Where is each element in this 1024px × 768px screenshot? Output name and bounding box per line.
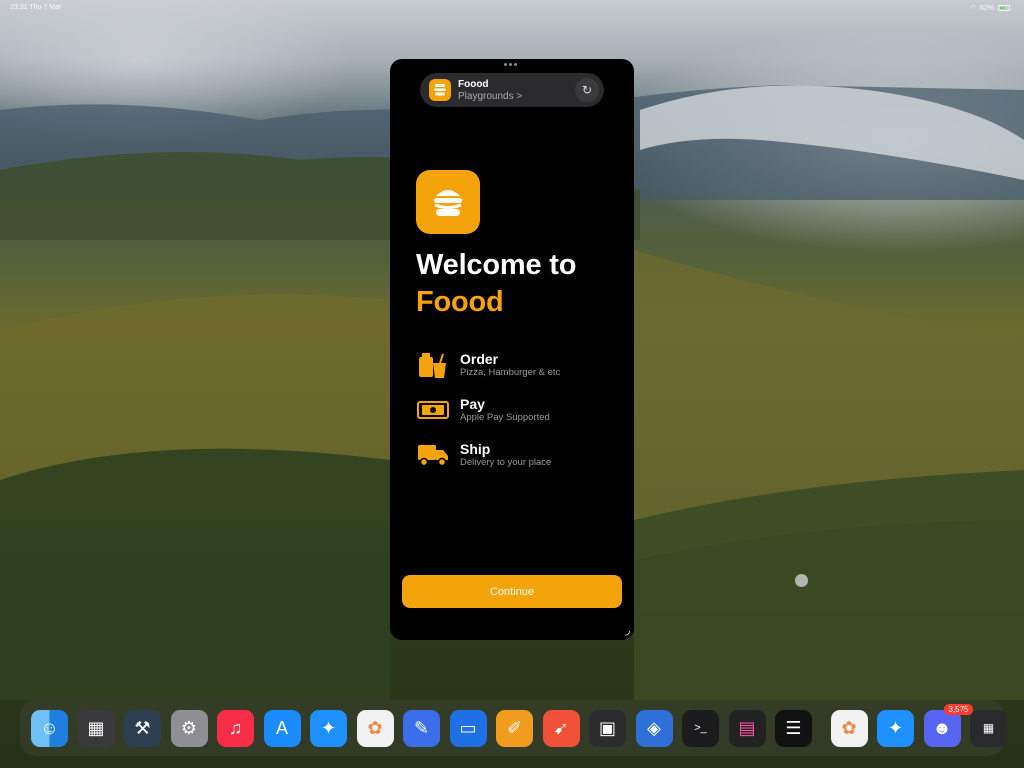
window-app-name: Foood: [458, 79, 489, 90]
app-icon: [429, 79, 451, 101]
banknote-icon: [417, 396, 449, 424]
feature-title: Ship: [460, 441, 491, 457]
music-icon[interactable]: ♫: [217, 709, 254, 747]
feature-pay: Pay Apple Pay Supported: [417, 396, 550, 424]
keynote-icon[interactable]: ▭: [449, 709, 487, 747]
pencil-app-icon[interactable]: ✎: [403, 709, 440, 747]
app-window: Foood Playgrounds > ↻ Welcome to Foood O…: [390, 59, 634, 640]
window-grabber[interactable]: [504, 63, 517, 66]
status-bar: 23:31 Thu 7 Mar ◠ 62%: [0, 0, 1024, 16]
terminal-icon[interactable]: >_: [682, 709, 719, 747]
resize-handle-icon[interactable]: ◞: [625, 623, 630, 637]
truck-icon: [417, 441, 449, 469]
status-time: 23:31 Thu 7 Mar: [10, 4, 62, 11]
feature-subtitle: Delivery to your place: [460, 457, 552, 468]
xcode-icon[interactable]: ⚒: [124, 709, 161, 747]
swift-playgrounds-icon[interactable]: ➹: [542, 709, 580, 747]
welcome-line: Welcome to: [416, 249, 577, 281]
brand-name: Foood: [416, 286, 504, 318]
bag-cup-icon: [417, 351, 449, 379]
sidebar-app-icon[interactable]: ☰: [775, 709, 812, 747]
feature-title: Order: [460, 351, 499, 367]
window-titlebar[interactable]: Foood Playgrounds > ↻: [420, 73, 604, 107]
pages-icon[interactable]: ✐: [496, 709, 533, 747]
app-logo: [416, 170, 480, 234]
continue-button[interactable]: Continue: [402, 575, 622, 608]
feature-subtitle: Apple Pay Supported: [460, 412, 550, 423]
color-app-icon[interactable]: ▤: [728, 709, 766, 747]
discord-badge: 3,575: [944, 703, 973, 715]
feature-subtitle: Pizza, Hamburger & etc: [460, 367, 561, 378]
pointer-cursor: [795, 574, 808, 587]
photos-icon[interactable]: ✿: [356, 709, 394, 747]
calculator-icon[interactable]: ▦: [77, 709, 115, 747]
status-indicators: ◠ 62%: [970, 4, 1010, 12]
feature-title: Pay: [460, 396, 485, 412]
wifi-icon: ◠: [969, 5, 976, 12]
stage-manager-icon[interactable]: ▣: [589, 709, 626, 747]
feature-ship: Ship Delivery to your place: [417, 441, 551, 469]
window-subtitle[interactable]: Playgrounds >: [458, 91, 522, 102]
app-store-icon[interactable]: A: [263, 709, 301, 747]
feature-order: Order Pizza, Hamburger & etc: [417, 351, 560, 379]
refresh-icon[interactable]: ↻: [575, 78, 599, 102]
safari-icon[interactable]: ✦: [310, 709, 347, 747]
settings-icon[interactable]: ⚙: [170, 709, 208, 747]
discord-icon[interactable]: ☻ 3,575: [923, 703, 973, 747]
shortcuts-icon[interactable]: ◈: [635, 709, 673, 747]
photos-recent-icon[interactable]: ✿: [830, 709, 868, 747]
safari-recent-icon[interactable]: ✦: [877, 709, 914, 747]
battery-percent: 62%: [979, 4, 994, 12]
finder-icon[interactable]: ☺: [31, 709, 68, 747]
welcome-heading: Welcome to Foood: [416, 247, 576, 321]
dock: ☺ ▦ ⚒ ⚙ ♫ A ✦ ✿ ✎ ▭ ✐ ➹ ▣ ◈ >_ ▤ ☰ ✿ ✦ ☻…: [20, 700, 1007, 756]
app-folder-icon[interactable]: ▦: [970, 709, 1007, 747]
battery-icon: [998, 5, 1010, 11]
